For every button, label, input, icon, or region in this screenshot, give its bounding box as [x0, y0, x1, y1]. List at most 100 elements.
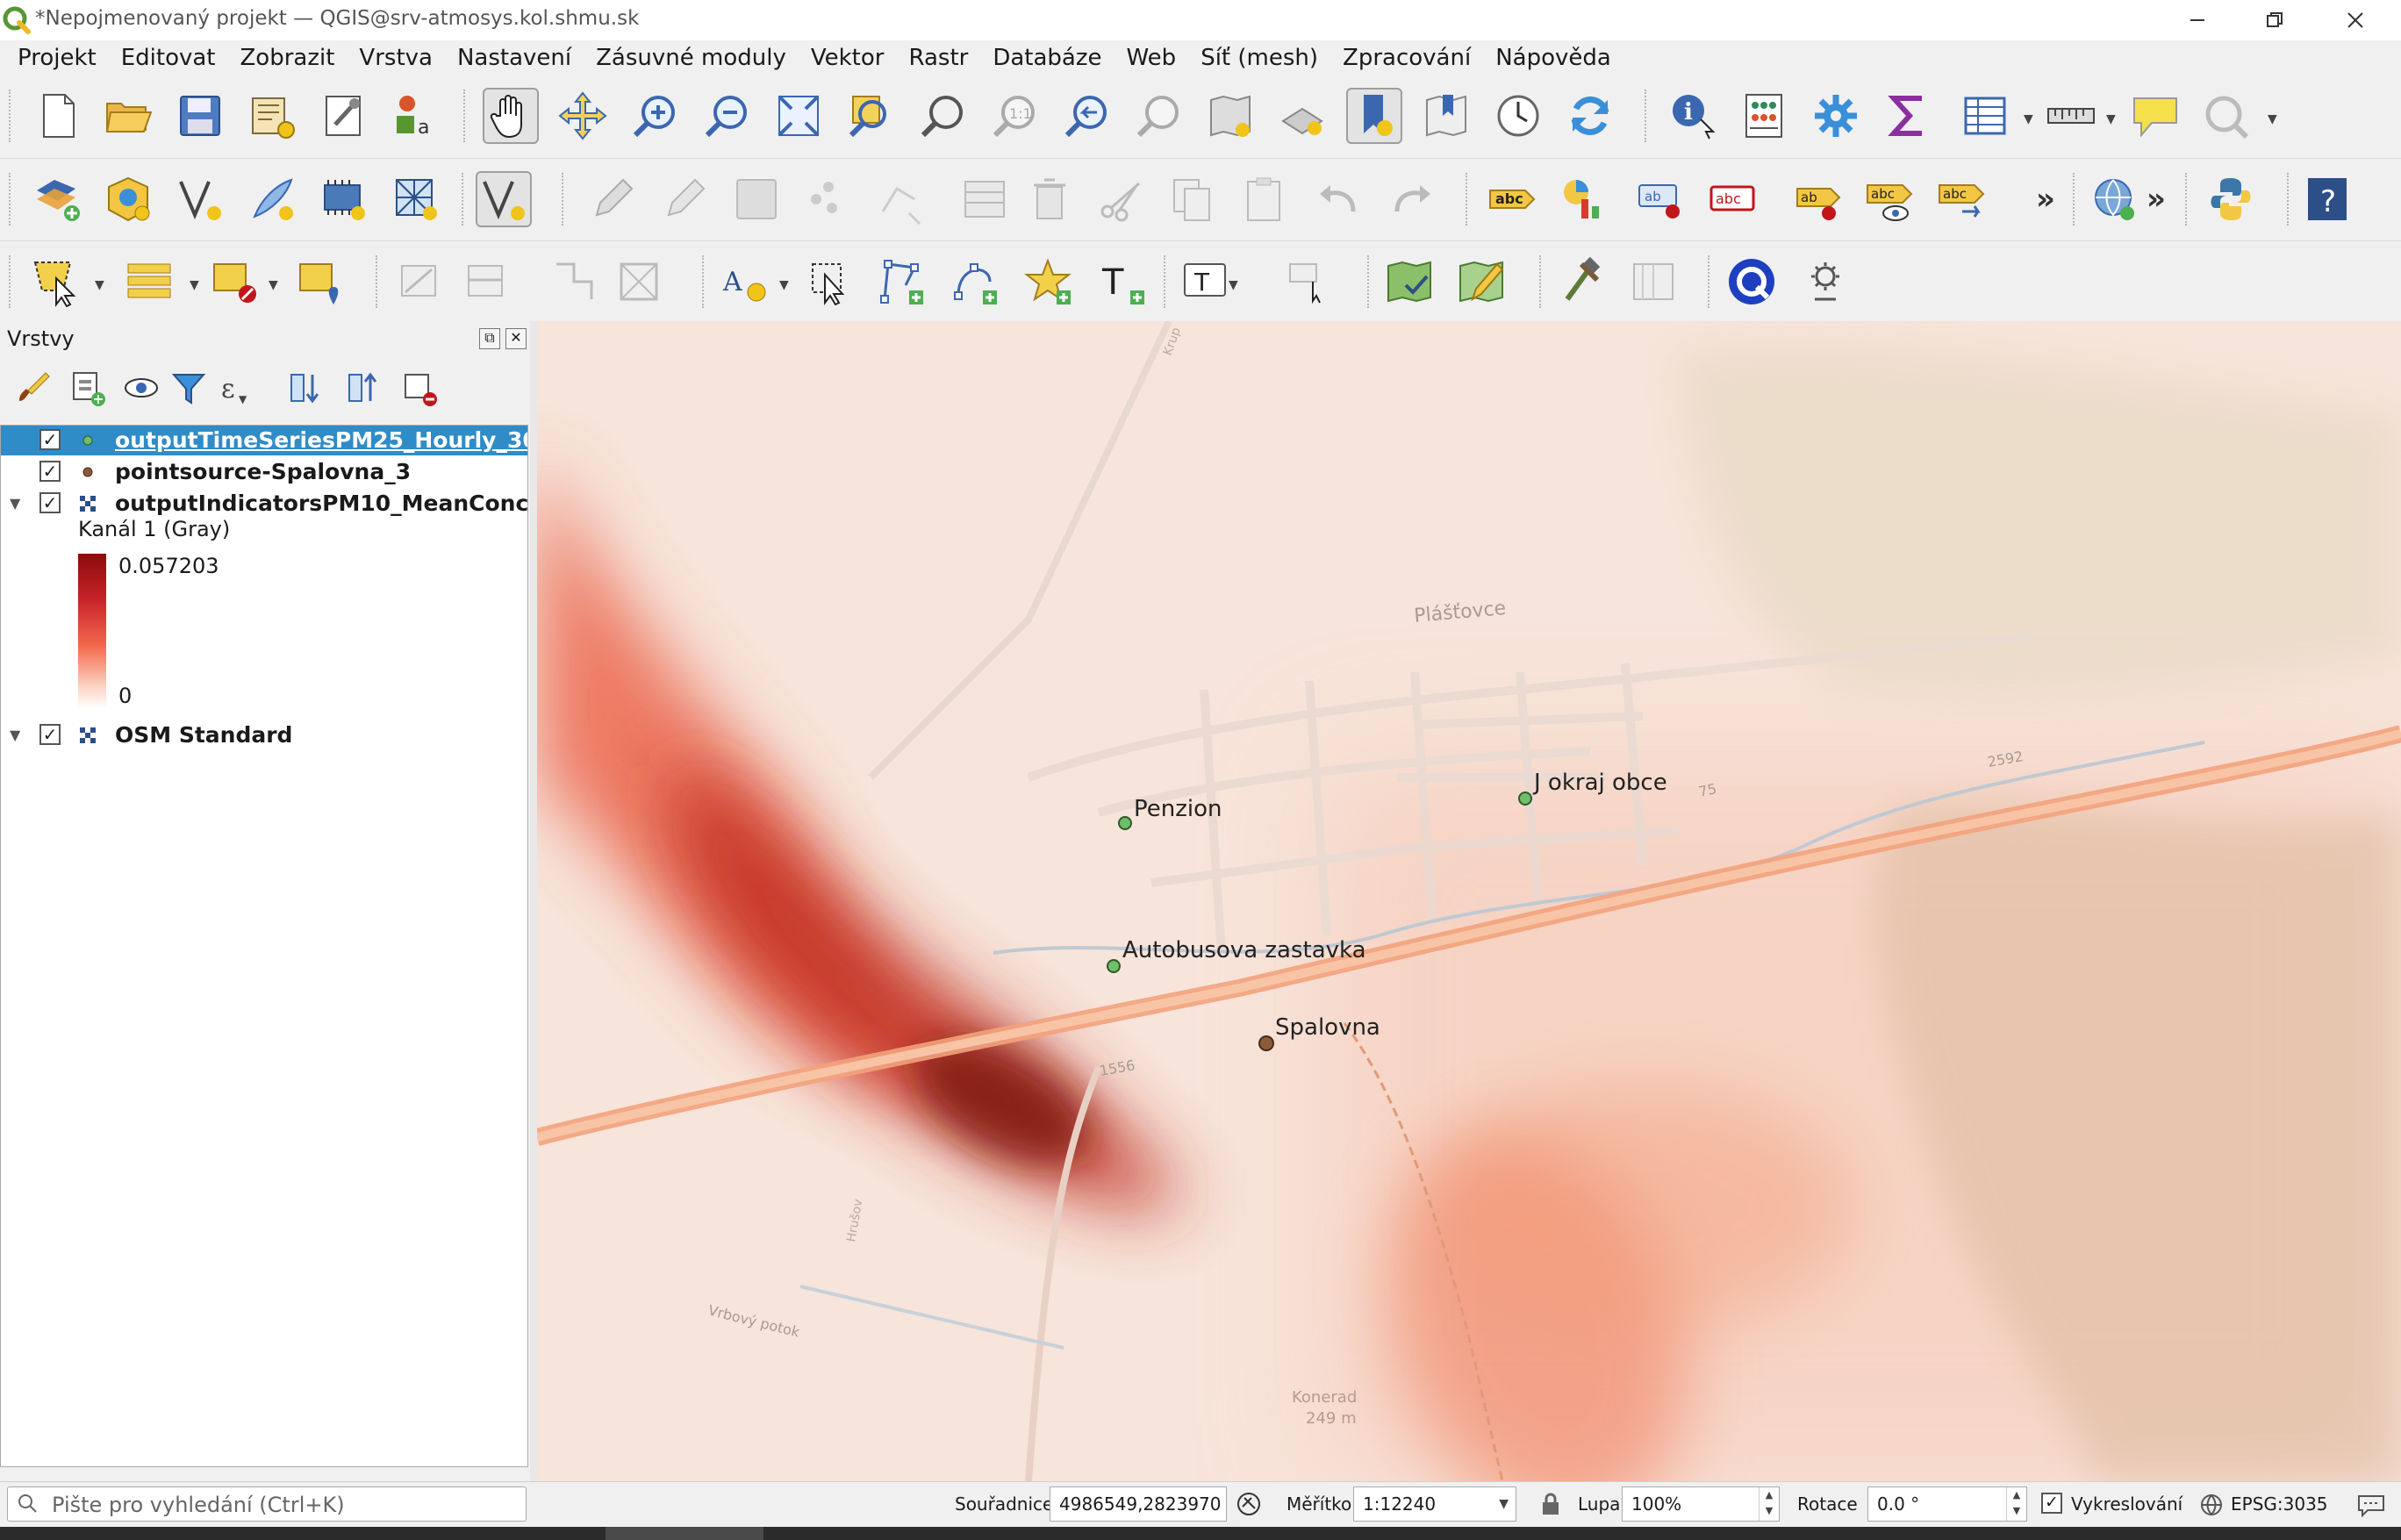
new-virtual-layer-button[interactable] [316, 171, 372, 227]
toolbar-grip[interactable] [462, 173, 469, 226]
add-group-button[interactable] [65, 367, 109, 409]
plugin-tools-button[interactable] [1553, 254, 1609, 310]
render-checkbox[interactable]: ✓ [2041, 1493, 2062, 1514]
toolbar-grip[interactable] [9, 255, 16, 308]
zoom-next-button[interactable] [1130, 88, 1186, 144]
toolbar-grip[interactable] [2287, 173, 2294, 226]
move-label-button[interactable]: ab [1790, 171, 1846, 227]
search-input[interactable] [50, 1491, 519, 1519]
expand-arrow-icon[interactable]: ▼ [10, 495, 20, 512]
modify-attributes-button[interactable] [957, 171, 1013, 227]
toolbar-grip[interactable] [9, 173, 16, 226]
new-bookmark-button[interactable] [1346, 88, 1402, 144]
undo-button[interactable] [1311, 171, 1367, 227]
layout-manager-button[interactable] [316, 88, 372, 144]
undock-panel-button[interactable]: ⧉ [479, 328, 500, 349]
map-canvas[interactable]: Plášťovce 75 2592 1556 Vrbový potok Kone… [537, 321, 2401, 1481]
refresh-button[interactable] [1562, 88, 1618, 144]
digitize-shape-button[interactable] [393, 254, 449, 310]
advanced-digitize-button[interactable] [460, 254, 516, 310]
plugin-settings-button[interactable] [1797, 254, 1853, 310]
chevron-down-icon[interactable]: ▼ [1229, 278, 1238, 292]
locate-button[interactable] [2199, 88, 2255, 144]
menu-projekt[interactable]: Projekt [5, 42, 109, 74]
cut-features-button[interactable] [1093, 171, 1150, 227]
data-source-manager-button[interactable] [30, 171, 86, 227]
settings-button[interactable] [1808, 88, 1864, 144]
menu-vrstva[interactable]: Vrstva [347, 42, 445, 74]
delete-selected-button[interactable] [1021, 171, 1078, 227]
manage-visibility-button[interactable] [119, 367, 163, 409]
zoom-to-selection-button[interactable] [842, 88, 899, 144]
save-project-button[interactable] [172, 88, 228, 144]
receptor-point-icon[interactable] [1107, 959, 1121, 973]
layer-row-indicators[interactable]: ▼ ✓ outputIndicatorsPM10_MeanConce [1, 489, 527, 519]
open-project-button[interactable] [100, 88, 156, 144]
current-edits-button[interactable] [584, 171, 641, 227]
menu-nastaveni[interactable]: Nastavení [445, 42, 584, 74]
add-point-button[interactable] [800, 171, 856, 227]
toolbar-grip[interactable] [562, 173, 569, 226]
scale-combobox[interactable]: 1:12240 ▼ [1353, 1486, 1516, 1522]
layer-row-osm[interactable]: ▼ ✓ OSM Standard [1, 720, 527, 750]
layer-row-timeseries[interactable]: ✓ outputTimeSeriesPM25_Hourly_303 [1, 426, 527, 455]
paste-features-button[interactable] [1236, 171, 1292, 227]
menu-vektor[interactable]: Vektor [799, 42, 897, 74]
menu-databaze[interactable]: Databáze [980, 42, 1114, 74]
pin-labels-button[interactable]: abc [1704, 171, 1760, 227]
new-shapefile-button[interactable] [172, 171, 228, 227]
toolbar-grip[interactable] [1367, 255, 1374, 308]
chevron-down-icon[interactable]: ▼ [2024, 112, 2033, 126]
text-annotation-button[interactable]: T [1178, 254, 1234, 310]
receptor-point-icon[interactable] [1118, 816, 1132, 830]
layer-labeling-button[interactable]: abc [1483, 171, 1539, 227]
create-line-annotation-button[interactable] [874, 254, 930, 310]
locator-search[interactable] [7, 1486, 527, 1522]
help-button[interactable]: ? [2299, 171, 2355, 227]
new-temporary-layer-button[interactable] [244, 171, 300, 227]
plugin-georeference-button[interactable] [1453, 254, 1509, 310]
move-annotation-button[interactable] [1281, 254, 1337, 310]
expand-arrow-icon[interactable]: ▼ [10, 727, 20, 743]
redo-button[interactable] [1383, 171, 1439, 227]
zoom-in-button[interactable] [627, 88, 683, 144]
toolbar-grip[interactable] [1164, 255, 1171, 308]
measure-button[interactable] [2043, 88, 2099, 144]
filter-legend-button[interactable] [167, 367, 211, 409]
source-point-icon[interactable] [1258, 1035, 1274, 1051]
chevron-down-icon[interactable]: ▼ [1499, 1487, 1509, 1521]
layer-visibility-checkbox[interactable]: ✓ [39, 461, 61, 482]
rotation-spinbox[interactable]: 0.0 ° ▲ ▼ [1867, 1486, 2027, 1522]
offset-curve-button[interactable] [611, 254, 667, 310]
restore-button[interactable] [2236, 0, 2313, 40]
select-annotation-button[interactable] [802, 254, 858, 310]
menu-editovat[interactable]: Editovat [109, 42, 228, 74]
toolbar-grip[interactable] [9, 90, 16, 142]
toolbar-grip[interactable] [2073, 173, 2080, 226]
create-marker-annotation-button[interactable] [1021, 254, 1078, 310]
plugin-measure-button[interactable] [1625, 254, 1681, 310]
style-manager-button[interactable]: a [388, 88, 444, 144]
taskbar-item[interactable] [606, 1527, 763, 1540]
chevron-down-icon[interactable]: ▼ [190, 278, 199, 292]
chevron-down-icon[interactable]: ▼ [2106, 112, 2116, 126]
new-map-view-button[interactable] [1202, 88, 1258, 144]
toolbar-grip[interactable] [376, 255, 383, 308]
menu-rastr[interactable]: Rastr [896, 42, 980, 74]
save-edits-button[interactable] [728, 171, 785, 227]
messages-icon[interactable] [2357, 1493, 2385, 1517]
close-button[interactable] [2317, 0, 2394, 40]
menu-zasuvne-moduly[interactable]: Zásuvné moduly [584, 42, 799, 74]
new-mesh-layer-button[interactable] [388, 171, 444, 227]
minimize-button[interactable] [2159, 0, 2236, 40]
coordinate-field[interactable]: 4986549,2823970 [1050, 1486, 1227, 1522]
select-by-location-button[interactable] [293, 254, 349, 310]
map-tips-button[interactable] [2127, 88, 2183, 144]
menu-web[interactable]: Web [1114, 42, 1189, 74]
temporal-controller-button[interactable] [1490, 88, 1546, 144]
toolbar-grip[interactable] [1539, 255, 1546, 308]
select-by-value-button[interactable] [121, 254, 177, 310]
layer-visibility-checkbox[interactable]: ✓ [39, 724, 61, 745]
menu-sit-mesh[interactable]: Síť (mesh) [1188, 42, 1330, 74]
open-table-button[interactable] [1957, 88, 2013, 144]
